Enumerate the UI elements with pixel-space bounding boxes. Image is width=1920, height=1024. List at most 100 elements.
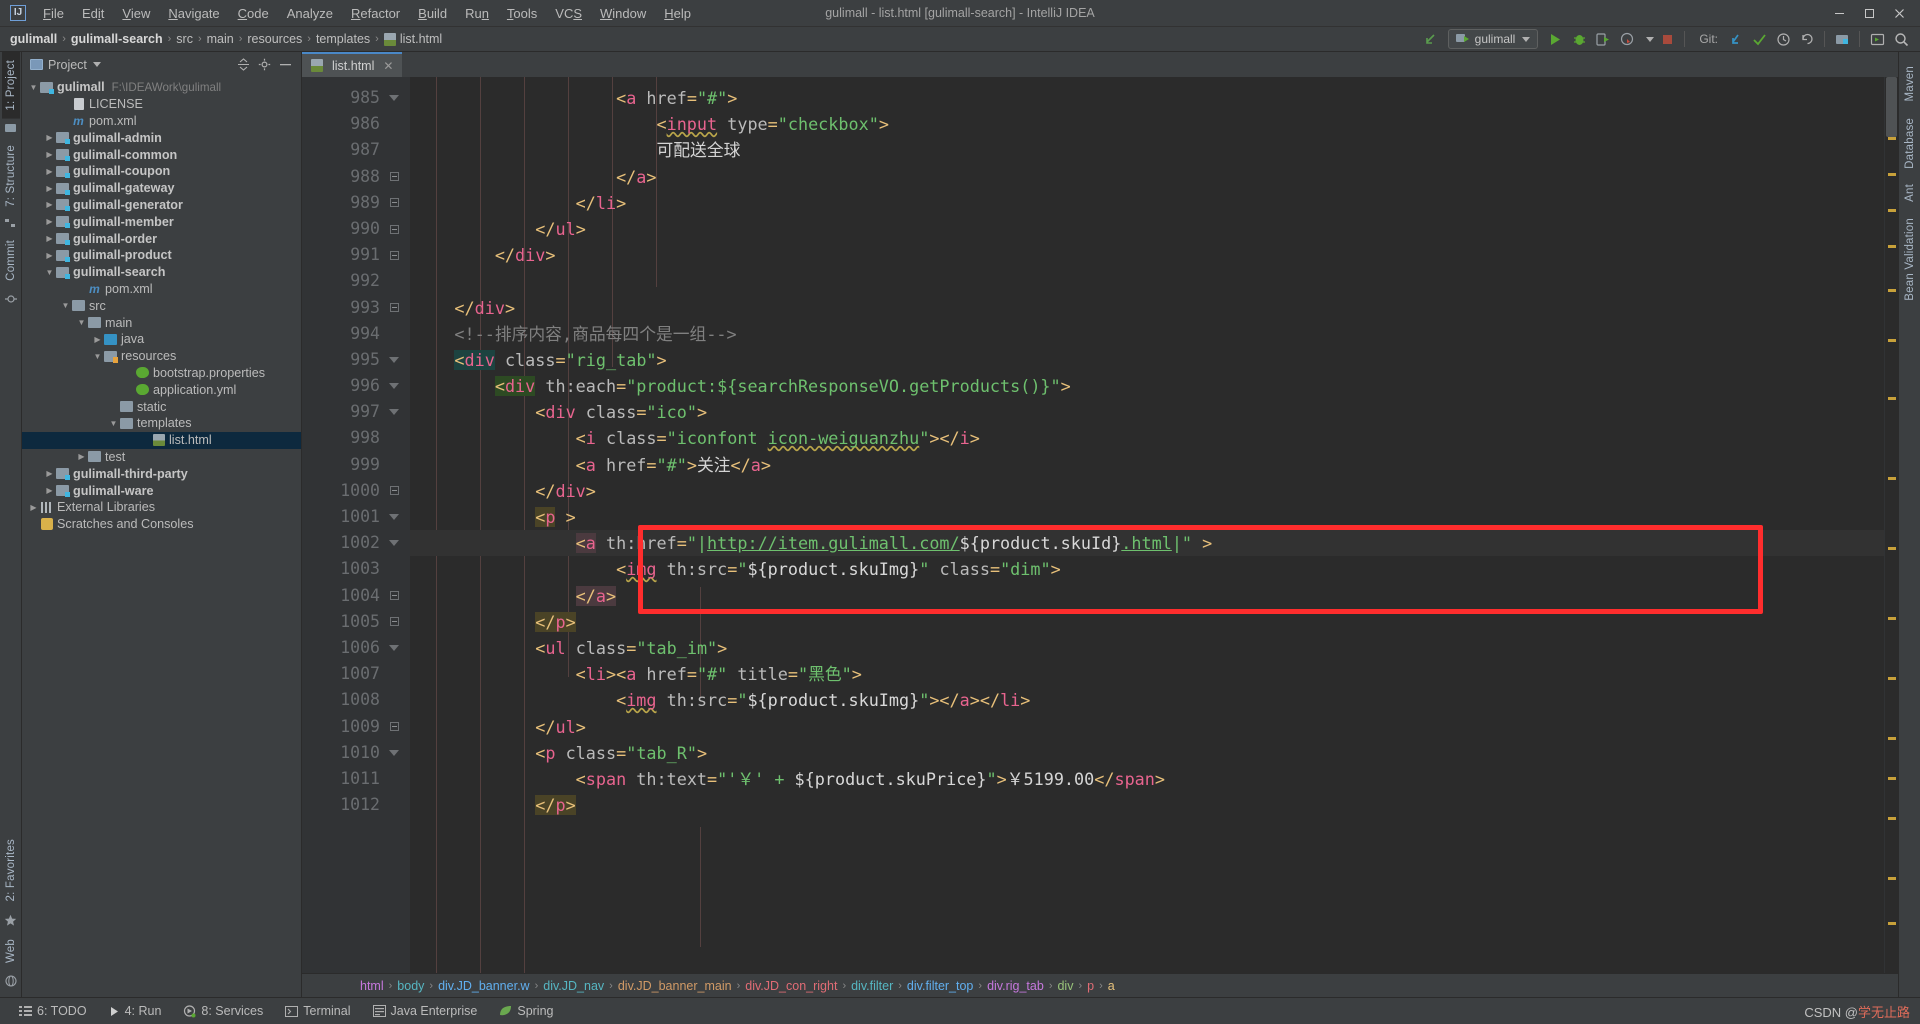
breadcrumb-src[interactable]: src xyxy=(176,32,193,46)
code-line-996[interactable]: <div th:each="product:${searchResponseVO… xyxy=(410,373,1884,399)
warning-marker[interactable] xyxy=(1888,922,1896,925)
code-line-995[interactable]: <div class="rig_tab"> xyxy=(410,347,1884,373)
code-line-1012[interactable]: </p> xyxy=(410,792,1884,818)
code-fold-marker[interactable] xyxy=(384,478,404,504)
code-line-1000[interactable]: </div> xyxy=(410,478,1884,504)
breadcrumb-main[interactable]: main xyxy=(207,32,234,46)
tree-expander-collapse[interactable]: ▼ xyxy=(44,268,55,277)
code-line-1010[interactable]: <p class="tab_R"> xyxy=(410,740,1884,766)
warning-marker[interactable] xyxy=(1888,677,1896,680)
editor-scrollbar-thumb[interactable] xyxy=(1886,77,1897,137)
back-arrow-icon[interactable] xyxy=(1420,29,1442,49)
editor-breadcrumb-item[interactable]: p xyxy=(1087,979,1094,993)
status-spring[interactable]: Spring xyxy=(488,1004,564,1018)
project-structure-icon[interactable] xyxy=(1831,29,1853,49)
warning-marker[interactable] xyxy=(1888,245,1896,248)
code-line-1004[interactable]: </a> xyxy=(410,583,1884,609)
tree-item-gulimall-third-party[interactable]: ▶ gulimall-third-party xyxy=(22,465,301,482)
breadcrumb-gulimall[interactable]: gulimall xyxy=(10,32,57,46)
menu-edit[interactable]: Edit xyxy=(73,3,113,24)
tree-expander-collapse[interactable]: ▼ xyxy=(76,318,87,327)
tree-item-pom.xml[interactable]: ▸mpom.xml xyxy=(22,113,301,130)
menu-view[interactable]: View xyxy=(113,3,159,24)
project-tree[interactable]: ▼gulimallF:\IDEAWork\gulimall▸LICENSE▸mp… xyxy=(22,77,301,997)
code-fold-marker[interactable] xyxy=(384,295,404,321)
tree-item-bootstrap.properties[interactable]: ▸bootstrap.properties xyxy=(22,365,301,382)
tree-expander-expand[interactable]: ▶ xyxy=(92,335,103,344)
code-fold-marker[interactable] xyxy=(384,373,404,399)
tree-expander-expand[interactable]: ▶ xyxy=(44,184,55,193)
menu-window[interactable]: Window xyxy=(591,3,655,24)
code-fold-marker[interactable] xyxy=(384,242,404,268)
select-in-icon[interactable] xyxy=(1866,29,1888,49)
warning-marker[interactable] xyxy=(1888,339,1896,342)
tree-item-java[interactable]: ▶ java xyxy=(22,331,301,348)
code-line-992[interactable] xyxy=(410,268,1884,294)
tree-item-gulimall-coupon[interactable]: ▶ gulimall-coupon xyxy=(22,163,301,180)
tree-expander-collapse[interactable]: ▼ xyxy=(60,301,71,310)
tree-item-license[interactable]: ▸LICENSE xyxy=(22,96,301,113)
warning-marker[interactable] xyxy=(1888,737,1896,740)
code-line-1007[interactable]: <li><a href="#" title="黑色"> xyxy=(410,661,1884,687)
tree-item-resources[interactable]: ▼ resources xyxy=(22,348,301,365)
maximize-button[interactable] xyxy=(1854,1,1884,25)
menu-file[interactable]: File xyxy=(34,3,73,24)
hide-panel-icon[interactable] xyxy=(279,58,292,71)
menu-help[interactable]: Help xyxy=(655,3,700,24)
code-line-1009[interactable]: </ul> xyxy=(410,714,1884,740)
tree-expander-expand[interactable]: ▶ xyxy=(44,486,55,495)
tool-window-commit[interactable]: Commit xyxy=(2,232,20,289)
code-line-994[interactable]: <!--排序内容,商品每四个是一组--> xyxy=(410,321,1884,347)
tree-item-application.yml[interactable]: ▸application.yml xyxy=(22,381,301,398)
warning-marker[interactable] xyxy=(1888,173,1896,176)
status-todo[interactable]: 6: TODO xyxy=(8,1004,98,1018)
warning-marker[interactable] xyxy=(1888,777,1896,780)
menu-tools[interactable]: Tools xyxy=(498,3,546,24)
warning-marker[interactable] xyxy=(1888,877,1896,880)
warning-marker[interactable] xyxy=(1888,477,1896,480)
menu-build[interactable]: Build xyxy=(409,3,456,24)
run-with-coverage-icon[interactable] xyxy=(1592,29,1614,49)
breadcrumb-templates[interactable]: templates xyxy=(316,32,370,46)
tree-item-external-libraries[interactable]: ▶ External Libraries xyxy=(22,499,301,516)
code-fold-marker[interactable] xyxy=(384,530,404,556)
code-line-1001[interactable]: <p > xyxy=(410,504,1884,530)
run-configuration-selector[interactable]: gulimall xyxy=(1447,29,1539,49)
editor-breadcrumb-item[interactable]: div.JD_banner_main xyxy=(618,979,732,993)
update-project-icon[interactable] xyxy=(1724,29,1746,49)
editor-breadcrumb-item[interactable]: html xyxy=(360,979,384,993)
tree-item-pom.xml[interactable]: ▸mpom.xml xyxy=(22,281,301,298)
debug-icon[interactable] xyxy=(1568,29,1590,49)
warning-marker[interactable] xyxy=(1888,289,1896,292)
code-fold-marker[interactable] xyxy=(384,609,404,635)
menu-code[interactable]: Code xyxy=(229,3,278,24)
tree-item-gulimall-ware[interactable]: ▶ gulimall-ware xyxy=(22,482,301,499)
search-everywhere-icon[interactable] xyxy=(1890,29,1912,49)
code-line-1011[interactable]: <span th:text="'￥' + ${product.skuPrice}… xyxy=(410,766,1884,792)
run-icon[interactable] xyxy=(1544,29,1566,49)
code-line-997[interactable]: <div class="ico"> xyxy=(410,399,1884,425)
tree-item-gulimall-gateway[interactable]: ▶ gulimall-gateway xyxy=(22,180,301,197)
stop-icon[interactable] xyxy=(1656,29,1678,49)
tree-expander-collapse[interactable]: ▼ xyxy=(108,419,119,428)
code-fold-marker[interactable] xyxy=(384,216,404,242)
chevron-down-icon[interactable] xyxy=(1646,36,1655,42)
code-fold-marker[interactable] xyxy=(384,85,404,111)
code-line-998[interactable]: <i class="iconfont icon-weiguanzhu"></i> xyxy=(410,425,1884,451)
editor-breadcrumb-item[interactable]: div.JD_nav xyxy=(543,979,604,993)
tree-item-gulimall-order[interactable]: ▶ gulimall-order xyxy=(22,230,301,247)
code-fold-marker[interactable] xyxy=(384,583,404,609)
code-line-990[interactable]: </ul> xyxy=(410,216,1884,242)
editor-breadcrumb-item[interactable]: div.JD_con_right xyxy=(745,979,837,993)
warning-marker[interactable] xyxy=(1888,397,1896,400)
code-fold-marker[interactable] xyxy=(384,164,404,190)
code-line-989[interactable]: </li> xyxy=(410,190,1884,216)
tree-item-scratches-and-consoles[interactable]: ▸Scratches and Consoles xyxy=(22,516,301,533)
code-folding-column[interactable] xyxy=(384,85,404,818)
menu-vcs[interactable]: VCS xyxy=(546,3,591,24)
menu-run[interactable]: Run xyxy=(456,3,498,24)
editor-breadcrumb-item[interactable]: div xyxy=(1057,979,1073,993)
code-line-1005[interactable]: </p> xyxy=(410,609,1884,635)
editor-breadcrumb-item[interactable]: div.filter_top xyxy=(907,979,973,993)
tree-item-gulimall-common[interactable]: ▶ gulimall-common xyxy=(22,146,301,163)
